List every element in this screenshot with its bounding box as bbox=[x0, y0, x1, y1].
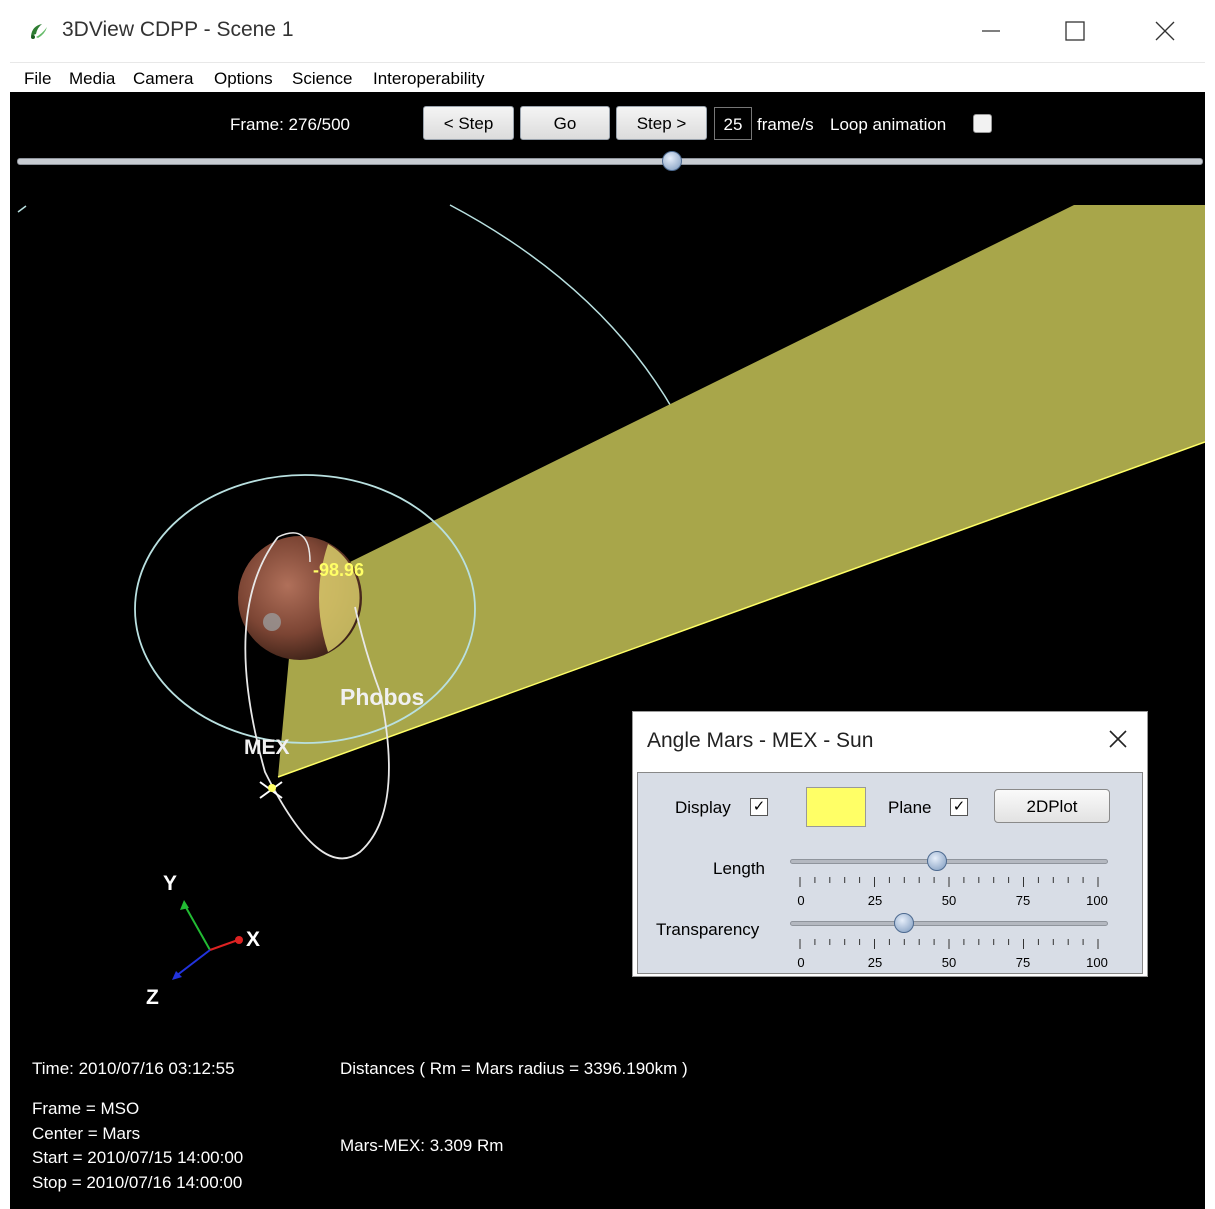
frame-slider-track[interactable] bbox=[17, 158, 1203, 165]
distances-header: Distances ( Rm = Mars radius = 3396.190k… bbox=[340, 1059, 688, 1078]
minimize-icon[interactable] bbox=[968, 12, 1014, 50]
app-logo-icon bbox=[31, 24, 47, 39]
menu-media[interactable]: Media bbox=[69, 69, 115, 89]
menu-bar: File Media Camera Options Science Intero… bbox=[10, 62, 1205, 93]
transparency-tick-50: 50 bbox=[941, 955, 957, 970]
phobos-label: Phobos bbox=[340, 684, 425, 710]
scene-viewport[interactable]: -98.96 Phobos MEX Y X Z Time: 2010/07/16… bbox=[10, 92, 1205, 1209]
plane-label: Plane bbox=[888, 798, 932, 817]
length-label: Length bbox=[713, 859, 765, 878]
window-title: 3DView CDPP - Scene 1 bbox=[62, 18, 294, 41]
angle-panel-body: Display ✓ Plane ✓ 2DPlot Length 0 25 50 … bbox=[637, 772, 1143, 974]
transparency-tick-75: 75 bbox=[1015, 955, 1031, 970]
scene-canvas[interactable] bbox=[10, 92, 1205, 1209]
transparency-slider-thumb[interactable] bbox=[894, 913, 915, 933]
start-readout: Start = 2010/07/15 14:00:00 bbox=[32, 1148, 244, 1167]
2dplot-button[interactable]: 2DPlot bbox=[994, 789, 1110, 823]
length-tick-25: 25 bbox=[867, 893, 883, 908]
angle-value-label: -98.96 bbox=[313, 560, 365, 580]
transparency-label: Transparency bbox=[656, 920, 760, 939]
loop-animation-checkbox[interactable] bbox=[973, 114, 992, 133]
length-tick-100: 100 bbox=[1086, 893, 1108, 908]
menu-camera[interactable]: Camera bbox=[133, 69, 193, 89]
go-button[interactable]: Go bbox=[520, 106, 610, 140]
mex-label: MEX bbox=[244, 736, 290, 759]
transparency-tick-0: 0 bbox=[797, 955, 805, 970]
frame-counter: Frame: 276/500 bbox=[230, 115, 351, 134]
angle-color-swatch[interactable] bbox=[806, 787, 866, 827]
close-icon[interactable] bbox=[1142, 12, 1188, 50]
title-bar: 3DView CDPP - Scene 1 bbox=[0, 0, 1215, 62]
axis-x-label: X bbox=[246, 928, 261, 951]
mars-crater bbox=[263, 613, 281, 631]
length-tick-75: 75 bbox=[1015, 893, 1031, 908]
time-readout: Time: 2010/07/16 03:12:55 bbox=[32, 1059, 235, 1078]
axis-z-label: Z bbox=[146, 986, 159, 1009]
menu-options[interactable]: Options bbox=[214, 69, 273, 89]
mex-spacecraft[interactable] bbox=[259, 781, 283, 799]
transparency-slider-ticks bbox=[799, 939, 1099, 949]
length-slider-thumb[interactable] bbox=[927, 851, 948, 871]
display-checkbox[interactable]: ✓ bbox=[750, 798, 768, 816]
display-label: Display bbox=[675, 798, 731, 817]
angle-panel: Angle Mars - MEX - Sun Display ✓ Plane ✓… bbox=[632, 711, 1148, 977]
length-tick-0: 0 bbox=[797, 893, 805, 908]
menu-science[interactable]: Science bbox=[292, 69, 352, 89]
fps-input[interactable]: 25 bbox=[714, 107, 752, 140]
stop-readout: Stop = 2010/07/16 14:00:00 bbox=[32, 1173, 243, 1192]
step-back-button[interactable]: < Step bbox=[423, 106, 514, 140]
fps-unit-label: frame/s bbox=[757, 115, 814, 134]
menu-file[interactable]: File bbox=[24, 69, 51, 89]
angle-panel-title: Angle Mars - MEX - Sun bbox=[647, 729, 874, 752]
loop-animation-label: Loop animation bbox=[830, 115, 947, 134]
mars-mex-distance: Mars-MEX: 3.309 Rm bbox=[340, 1136, 504, 1155]
maximize-icon[interactable] bbox=[1052, 12, 1098, 50]
step-forward-button[interactable]: Step > bbox=[616, 106, 707, 140]
outer-orbit-arc-edge bbox=[17, 205, 27, 213]
plane-checkbox[interactable]: ✓ bbox=[950, 798, 968, 816]
length-slider-track[interactable] bbox=[790, 859, 1108, 864]
axes-triad bbox=[172, 900, 243, 980]
transparency-tick-100: 100 bbox=[1086, 955, 1108, 970]
close-icon[interactable] bbox=[1107, 728, 1129, 750]
length-slider-ticks bbox=[799, 877, 1099, 887]
transparency-tick-25: 25 bbox=[867, 955, 883, 970]
frame-readout: Frame = MSO bbox=[32, 1099, 140, 1118]
axis-y-label: Y bbox=[163, 872, 178, 895]
transparency-slider-track[interactable] bbox=[790, 921, 1108, 926]
length-tick-50: 50 bbox=[941, 893, 957, 908]
frame-slider-thumb[interactable] bbox=[661, 151, 682, 171]
center-readout: Center = Mars bbox=[32, 1124, 141, 1143]
menu-interoperability[interactable]: Interoperability bbox=[373, 69, 485, 89]
